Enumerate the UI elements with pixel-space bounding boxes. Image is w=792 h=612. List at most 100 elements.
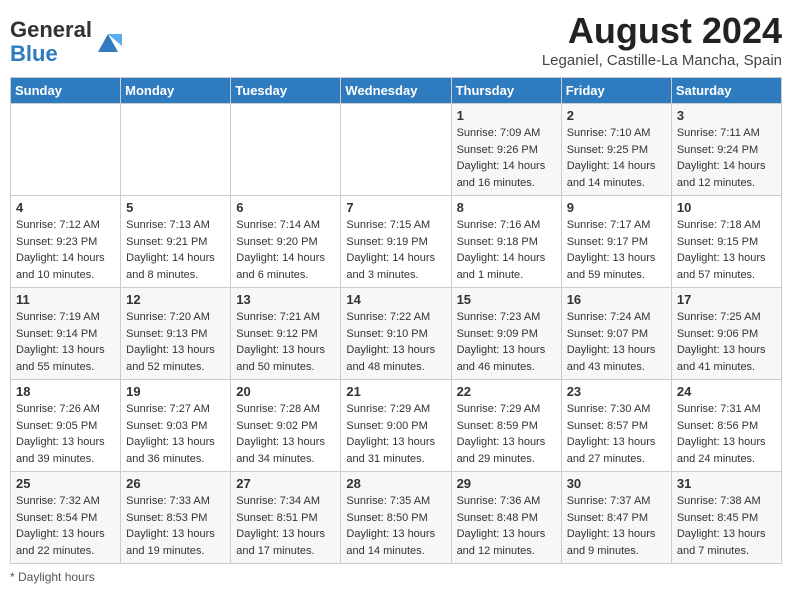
page-header: General Blue August 2024 Leganiel, Casti… (10, 10, 782, 69)
calendar-day-header: Thursday (451, 78, 561, 104)
calendar-cell: 19Sunrise: 7:27 AMSunset: 9:03 PMDayligh… (121, 380, 231, 472)
cell-content: Daylight: 14 hours and 10 minutes. (16, 250, 115, 283)
calendar-cell: 9Sunrise: 7:17 AMSunset: 9:17 PMDaylight… (561, 196, 671, 288)
calendar-cell: 7Sunrise: 7:15 AMSunset: 9:19 PMDaylight… (341, 196, 451, 288)
cell-content: Sunrise: 7:12 AM (16, 217, 115, 234)
cell-content: Sunrise: 7:38 AM (677, 493, 776, 510)
calendar-cell (341, 104, 451, 196)
logo-general: General (10, 17, 92, 42)
calendar-week-row: 4Sunrise: 7:12 AMSunset: 9:23 PMDaylight… (11, 196, 782, 288)
calendar-cell: 12Sunrise: 7:20 AMSunset: 9:13 PMDayligh… (121, 288, 231, 380)
cell-content: Daylight: 13 hours and 55 minutes. (16, 342, 115, 375)
calendar-cell: 14Sunrise: 7:22 AMSunset: 9:10 PMDayligh… (341, 288, 451, 380)
day-number: 11 (16, 292, 115, 307)
calendar-cell: 20Sunrise: 7:28 AMSunset: 9:02 PMDayligh… (231, 380, 341, 472)
cell-content: Sunrise: 7:36 AM (457, 493, 556, 510)
day-number: 9 (567, 200, 666, 215)
calendar-cell: 27Sunrise: 7:34 AMSunset: 8:51 PMDayligh… (231, 472, 341, 564)
cell-content: Daylight: 13 hours and 31 minutes. (346, 434, 445, 467)
day-number: 7 (346, 200, 445, 215)
day-number: 17 (677, 292, 776, 307)
cell-content: Daylight: 13 hours and 29 minutes. (457, 434, 556, 467)
cell-content: Sunrise: 7:09 AM (457, 125, 556, 142)
calendar-cell: 23Sunrise: 7:30 AMSunset: 8:57 PMDayligh… (561, 380, 671, 472)
cell-content: Sunset: 9:10 PM (346, 326, 445, 343)
cell-content: Sunrise: 7:18 AM (677, 217, 776, 234)
calendar-cell (121, 104, 231, 196)
cell-content: Sunset: 9:14 PM (16, 326, 115, 343)
cell-content: Sunrise: 7:28 AM (236, 401, 335, 418)
cell-content: Sunset: 9:12 PM (236, 326, 335, 343)
cell-content: Sunrise: 7:34 AM (236, 493, 335, 510)
cell-content: Sunrise: 7:15 AM (346, 217, 445, 234)
cell-content: Daylight: 14 hours and 14 minutes. (567, 158, 666, 191)
calendar-cell: 25Sunrise: 7:32 AMSunset: 8:54 PMDayligh… (11, 472, 121, 564)
calendar-cell: 2Sunrise: 7:10 AMSunset: 9:25 PMDaylight… (561, 104, 671, 196)
cell-content: Sunrise: 7:32 AM (16, 493, 115, 510)
day-number: 26 (126, 476, 225, 491)
calendar-cell (11, 104, 121, 196)
calendar-table: SundayMondayTuesdayWednesdayThursdayFrid… (10, 77, 782, 564)
day-number: 8 (457, 200, 556, 215)
calendar-cell: 11Sunrise: 7:19 AMSunset: 9:14 PMDayligh… (11, 288, 121, 380)
calendar-cell: 24Sunrise: 7:31 AMSunset: 8:56 PMDayligh… (671, 380, 781, 472)
cell-content: Daylight: 14 hours and 8 minutes. (126, 250, 225, 283)
cell-content: Daylight: 13 hours and 41 minutes. (677, 342, 776, 375)
cell-content: Sunset: 8:59 PM (457, 418, 556, 435)
cell-content: Daylight: 13 hours and 14 minutes. (346, 526, 445, 559)
cell-content: Sunset: 9:13 PM (126, 326, 225, 343)
calendar-cell: 13Sunrise: 7:21 AMSunset: 9:12 PMDayligh… (231, 288, 341, 380)
calendar-cell (231, 104, 341, 196)
cell-content: Sunrise: 7:21 AM (236, 309, 335, 326)
day-number: 10 (677, 200, 776, 215)
day-number: 5 (126, 200, 225, 215)
cell-content: Sunset: 9:03 PM (126, 418, 225, 435)
cell-content: Sunset: 9:21 PM (126, 234, 225, 251)
logo-blue: Blue (10, 41, 58, 66)
footer-note: * Daylight hours (10, 570, 782, 584)
calendar-cell: 29Sunrise: 7:36 AMSunset: 8:48 PMDayligh… (451, 472, 561, 564)
cell-content: Daylight: 14 hours and 3 minutes. (346, 250, 445, 283)
cell-content: Sunrise: 7:30 AM (567, 401, 666, 418)
cell-content: Daylight: 13 hours and 9 minutes. (567, 526, 666, 559)
cell-content: Sunrise: 7:10 AM (567, 125, 666, 142)
cell-content: Daylight: 14 hours and 1 minute. (457, 250, 556, 283)
cell-content: Daylight: 13 hours and 27 minutes. (567, 434, 666, 467)
calendar-cell: 5 Sunrise: 7:13 AMSunset: 9:21 PMDaylight… (121, 196, 231, 288)
cell-content: Sunset: 9:15 PM (677, 234, 776, 251)
cell-content: Sunrise: 7:16 AM (457, 217, 556, 234)
day-number: 28 (346, 476, 445, 491)
logo-icon (94, 28, 122, 56)
calendar-day-header: Saturday (671, 78, 781, 104)
day-number: 29 (457, 476, 556, 491)
calendar-cell: 18Sunrise: 7:26 AMSunset: 9:05 PMDayligh… (11, 380, 121, 472)
cell-content: Sunrise: 7:31 AM (677, 401, 776, 418)
calendar-cell: 6Sunrise: 7:14 AMSunset: 9:20 PMDaylight… (231, 196, 341, 288)
cell-content: Sunset: 9:09 PM (457, 326, 556, 343)
cell-content: Sunrise: 7:17 AM (567, 217, 666, 234)
cell-content: Sunset: 8:57 PM (567, 418, 666, 435)
cell-content: Daylight: 13 hours and 19 minutes. (126, 526, 225, 559)
day-number: 22 (457, 384, 556, 399)
day-number: 16 (567, 292, 666, 307)
cell-content: Daylight: 13 hours and 22 minutes. (16, 526, 115, 559)
logo-text: General Blue (10, 18, 92, 66)
cell-content: Daylight: 13 hours and 12 minutes. (457, 526, 556, 559)
cell-content: Sunrise: 7:26 AM (16, 401, 115, 418)
cell-content: Sunrise: 7:13 AM (126, 217, 225, 234)
cell-content: Sunrise: 7:24 AM (567, 309, 666, 326)
day-number: 31 (677, 476, 776, 491)
day-number: 3 (677, 108, 776, 123)
cell-content: Sunset: 9:18 PM (457, 234, 556, 251)
cell-content: Sunrise: 7:35 AM (346, 493, 445, 510)
day-number: 1 (457, 108, 556, 123)
calendar-cell: 22Sunrise: 7:29 AMSunset: 8:59 PMDayligh… (451, 380, 561, 472)
calendar-cell: 28Sunrise: 7:35 AMSunset: 8:50 PMDayligh… (341, 472, 451, 564)
cell-content: Daylight: 14 hours and 12 minutes. (677, 158, 776, 191)
cell-content: Daylight: 13 hours and 39 minutes. (16, 434, 115, 467)
calendar-week-row: 1Sunrise: 7:09 AMSunset: 9:26 PMDaylight… (11, 104, 782, 196)
calendar-week-row: 11Sunrise: 7:19 AMSunset: 9:14 PMDayligh… (11, 288, 782, 380)
cell-content: Daylight: 13 hours and 17 minutes. (236, 526, 335, 559)
cell-content: Sunset: 9:23 PM (16, 234, 115, 251)
cell-content: Daylight: 13 hours and 36 minutes. (126, 434, 225, 467)
